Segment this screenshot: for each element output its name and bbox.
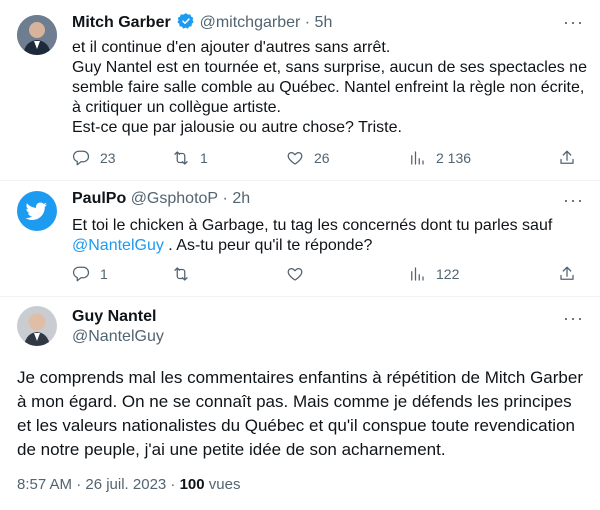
like-icon [287, 151, 303, 165]
timestamp-text[interactable]: 8:57 AM · 26 juil. 2023 · [17, 476, 180, 493]
views-count: 2 136 [436, 150, 472, 166]
main-tweet-author: Guy Nantel @NantelGuy [72, 308, 164, 346]
views-button[interactable]: 2 136 [408, 149, 528, 167]
mention-link[interactable]: @NantelGuy [72, 237, 164, 254]
twitter-bird-icon [17, 191, 57, 231]
like-button[interactable] [286, 265, 408, 283]
tweet-text: et il continue d'en ajouter d'autres san… [72, 39, 587, 136]
separator-dot: · [304, 14, 315, 31]
tweet-text: Et toi le chicken à Garbage, tu tag les … [72, 216, 592, 256]
main-tweet-text: Je comprends mal les commentaires enfant… [17, 368, 583, 459]
views-icon [411, 267, 424, 281]
share-button[interactable] [558, 265, 576, 283]
share-icon [560, 266, 574, 280]
tweet-header: PaulPo @GsphotoP · 2h [72, 190, 250, 208]
author-handle[interactable]: @GsphotoP [131, 190, 218, 207]
author-name[interactable]: Guy Nantel [72, 308, 164, 326]
like-icon [287, 267, 303, 281]
divider [0, 180, 600, 181]
tweet-time[interactable]: 5h [315, 14, 333, 31]
author-name[interactable]: Mitch Garber [72, 14, 171, 31]
separator-dot: · [222, 190, 233, 207]
share-icon [560, 150, 574, 164]
retweet-count: 1 [200, 150, 208, 166]
avatar-photo [17, 15, 57, 55]
reply-icon [72, 150, 90, 166]
views-button[interactable]: 122 [408, 265, 528, 283]
reply-icon [72, 266, 90, 282]
views-label: vues [204, 476, 241, 493]
share-button[interactable] [558, 149, 576, 167]
like-count: 26 [314, 150, 330, 166]
reply-button[interactable]: 1 [72, 265, 172, 283]
views-icon [411, 151, 424, 165]
verified-icon [177, 12, 195, 35]
divider [0, 296, 600, 297]
tweet-text-part: Et toi le chicken à Garbage, tu tag les … [72, 217, 553, 234]
avatar-photo [17, 306, 57, 346]
like-button[interactable]: 26 [286, 149, 408, 167]
views-count: 122 [436, 266, 460, 282]
tweet-text-part: . As-tu peur qu'il te réponde? [163, 237, 373, 254]
retweet-icon [174, 151, 188, 165]
avatar[interactable] [17, 306, 57, 346]
views-count: 100 [179, 476, 205, 493]
avatar[interactable] [17, 15, 57, 55]
avatar[interactable] [17, 191, 57, 231]
reply-button[interactable]: 23 [72, 149, 172, 167]
author-handle[interactable]: @mitchgarber [200, 14, 301, 31]
tweet-header: Mitch Garber @mitchgarber · 5h [72, 12, 332, 35]
author-handle[interactable]: @NantelGuy [72, 328, 164, 346]
more-icon[interactable]: ··· [563, 309, 584, 327]
tweet-actions: 23 1 26 2 136 [72, 146, 584, 170]
retweet-icon [174, 267, 188, 281]
retweet-button[interactable] [172, 265, 286, 283]
tweet-time[interactable]: 2h [232, 190, 250, 207]
reply-count: 23 [100, 150, 116, 166]
reply-count: 1 [100, 266, 108, 282]
more-icon[interactable]: ··· [563, 191, 584, 209]
tweet-timestamp: 8:57 AM · 26 juil. 2023 · 100 vues [17, 476, 240, 493]
more-icon[interactable]: ··· [563, 13, 584, 31]
retweet-button[interactable]: 1 [172, 149, 286, 167]
author-name[interactable]: PaulPo [72, 190, 126, 207]
tweet-actions: 1 122 [72, 262, 584, 286]
